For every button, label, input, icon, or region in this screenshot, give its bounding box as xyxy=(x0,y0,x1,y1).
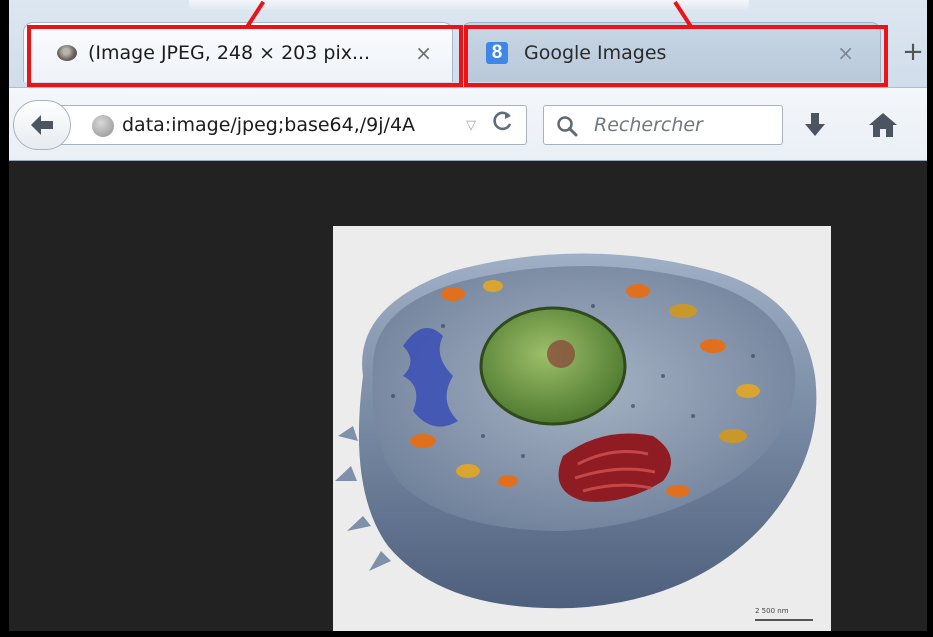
tab-label: Google Images xyxy=(524,41,667,64)
url-dropdown-icon[interactable]: ▽ xyxy=(466,118,482,134)
home-button[interactable] xyxy=(867,108,899,142)
search-box[interactable]: Rechercher xyxy=(543,105,783,145)
url-text[interactable]: data:image/jpeg;base64,/9j/4A xyxy=(122,114,457,140)
navigation-toolbar: data:image/jpeg;base64,/9j/4A ▽ Recherch… xyxy=(9,87,927,161)
reload-icon[interactable] xyxy=(490,110,516,140)
cell-illustration: 2 500 nm xyxy=(333,226,831,631)
tab-strip: (Image JPEG, 248 × 203 pix... × 8 Google… xyxy=(9,0,927,92)
page-content: 2 500 nm xyxy=(9,161,927,631)
url-bar[interactable]: data:image/jpeg;base64,/9j/4A ▽ xyxy=(49,105,527,145)
tab-google-images[interactable]: 8 Google Images × xyxy=(461,22,881,82)
tab-image-jpeg[interactable]: (Image JPEG, 248 × 203 pix... × xyxy=(23,22,453,82)
download-button[interactable] xyxy=(799,108,831,142)
image-thumbnail-icon xyxy=(56,42,78,64)
globe-icon xyxy=(92,115,114,137)
search-icon xyxy=(557,116,578,137)
title-bar-edge xyxy=(189,0,749,10)
home-icon xyxy=(869,113,897,137)
search-placeholder: Rechercher xyxy=(594,114,703,136)
close-icon[interactable]: × xyxy=(837,41,854,65)
download-arrow-icon xyxy=(805,113,825,136)
new-tab-button[interactable]: + xyxy=(899,36,927,68)
tab-label: (Image JPEG, 248 × 203 pix... xyxy=(88,41,371,64)
close-icon[interactable]: × xyxy=(415,41,432,65)
back-arrow-icon xyxy=(31,115,53,135)
browser-window: (Image JPEG, 248 × 203 pix... × 8 Google… xyxy=(0,0,933,637)
scale-bar: 2 500 nm xyxy=(755,607,813,621)
google-favicon-icon: 8 xyxy=(486,41,508,64)
back-button[interactable] xyxy=(13,100,71,150)
